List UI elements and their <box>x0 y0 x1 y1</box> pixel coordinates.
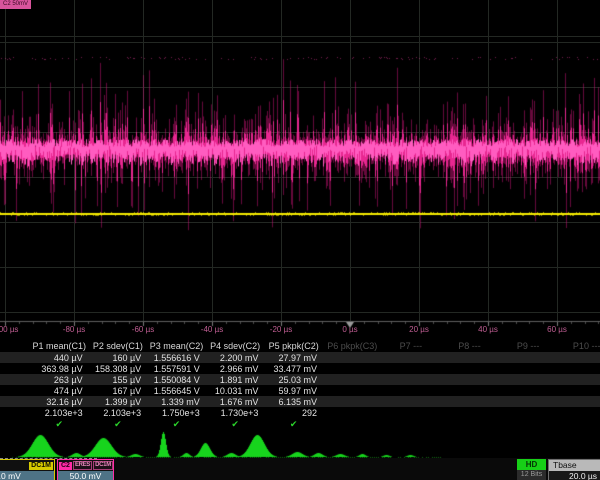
c2-vdiv-value: 50.0 mV <box>58 471 113 480</box>
stat-min-value: 263 µV <box>30 375 83 385</box>
stat-num-value: 292 <box>264 408 317 418</box>
oscilloscope-screen: C2 50mV -100 µs -80 µs -60 µs -40 µs -20 µs 0… <box>0 0 600 480</box>
param-header[interactable]: P5 pkpk(C2) <box>269 341 319 351</box>
stat-mean-value: 158.308 µV <box>89 364 142 374</box>
stat-mean-value: 33.477 mV <box>264 364 317 374</box>
status-check-icon: ✔ <box>173 419 181 430</box>
waveform-grid[interactable]: C2 50mV <box>0 0 600 321</box>
stat-max-value: 1.556645 V <box>147 386 200 396</box>
stat-value-value: 27.97 mV <box>264 353 317 363</box>
stat-min-value: 1.550084 V <box>147 375 200 385</box>
stat-mean-value: 2.966 mV <box>206 364 259 374</box>
time-axis-label: -20 µs <box>270 325 292 334</box>
hd-badge: HD <box>517 459 546 470</box>
time-axis-label: 60 µs <box>547 325 567 334</box>
time-axis-label: -80 µs <box>63 325 85 334</box>
status-check-icon: ✔ <box>114 419 122 430</box>
c2-title-badge: C2 <box>59 462 72 470</box>
c2-header: C2 ERES DC1M <box>58 460 113 471</box>
stat-min-value: 155 µV <box>89 375 142 385</box>
descriptor-bar: DC1M 50.0 mV C2 ERES DC1M 50.0 mV + HD 1… <box>0 458 600 480</box>
stat-num-value: 2.103e+3 <box>89 408 142 418</box>
stat-value-value: 2.200 mV <box>206 353 259 363</box>
stat-value-value: 160 µV <box>89 353 142 363</box>
timebase-title: Tbase <box>549 460 600 471</box>
stat-max-value: 59.97 mV <box>264 386 317 396</box>
stat-sdev-value: 6.135 mV <box>264 397 317 407</box>
timebase-descriptor[interactable]: Tbase 20.0 µs <box>548 459 600 480</box>
stat-mean-value: 1.557591 V <box>147 364 200 374</box>
param-header-inactive[interactable]: P6 pkpk(C3) <box>327 341 377 351</box>
stat-num-value: 1.730e+3 <box>206 408 259 418</box>
param-header[interactable]: P1 mean(C1) <box>33 341 87 351</box>
param-header[interactable]: P3 mean(C2) <box>150 341 204 351</box>
stat-num-value: 1.750e+3 <box>147 408 200 418</box>
c1-vdiv-value: 50.0 mV <box>0 471 54 480</box>
param-header-inactive[interactable]: P8 --- <box>458 341 481 351</box>
time-axis-label: -100 µs <box>0 325 18 334</box>
time-axis-label: 0 µs <box>342 325 357 334</box>
hd-mode-indicator[interactable]: HD 12 Bits <box>517 459 546 480</box>
stat-value-value: 440 µV <box>30 353 83 363</box>
stat-min-value: 25.03 mV <box>264 375 317 385</box>
status-check-icon: ✔ <box>56 419 64 430</box>
c2-eres-badge: ERES <box>73 461 92 470</box>
stat-num-value: 2.103e+3 <box>30 408 83 418</box>
stat-value-value: 1.556616 V <box>147 353 200 363</box>
param-header[interactable]: P4 sdev(C2) <box>210 341 260 351</box>
time-axis-label: -60 µs <box>132 325 154 334</box>
stat-max-value: 474 µV <box>30 386 83 396</box>
param-header[interactable]: P2 sdev(C1) <box>93 341 143 351</box>
param-header-inactive[interactable]: P7 --- <box>400 341 423 351</box>
status-check-icon: ✔ <box>290 419 298 430</box>
time-axis-label: 20 µs <box>409 325 429 334</box>
timebase-value: 20.0 µs <box>549 471 600 480</box>
c1-header: DC1M <box>0 460 54 471</box>
c2-coupling-badge: DC1M <box>93 461 113 470</box>
stat-min-value: 1.891 mV <box>206 375 259 385</box>
stat-max-value: 167 µV <box>89 386 142 396</box>
c1-coupling-badge: DC1M <box>29 462 53 470</box>
hd-bits-label: 12 Bits <box>517 470 546 480</box>
time-axis: -100 µs -80 µs -60 µs -40 µs -20 µs 0 µs 20 µs… <box>0 321 600 336</box>
channel-c2-descriptor[interactable]: C2 ERES DC1M 50.0 mV <box>57 459 114 480</box>
measurement-table: P1 mean(C1) P2 sdev(C1) P3 mean(C2) P4 sdev… <box>0 338 600 432</box>
stat-sdev-value: 1.399 µV <box>89 397 142 407</box>
param-header-inactive[interactable]: P10 --- <box>573 341 600 351</box>
stat-sdev-value: 1.339 mV <box>147 397 200 407</box>
channel-c1-descriptor[interactable]: DC1M 50.0 mV <box>0 459 55 480</box>
param-header-inactive[interactable]: P9 --- <box>517 341 540 351</box>
time-axis-label: 40 µs <box>478 325 498 334</box>
stat-mean-value: 363.98 µV <box>30 364 83 374</box>
stat-max-value: 10.031 mV <box>206 386 259 396</box>
trace-annotation-badge[interactable]: C2 50mV <box>0 0 31 9</box>
stat-sdev-value: 1.676 mV <box>206 397 259 407</box>
stat-sdev-value: 32.16 µV <box>30 397 83 407</box>
time-axis-label: -40 µs <box>201 325 223 334</box>
status-check-icon: ✔ <box>231 419 239 430</box>
